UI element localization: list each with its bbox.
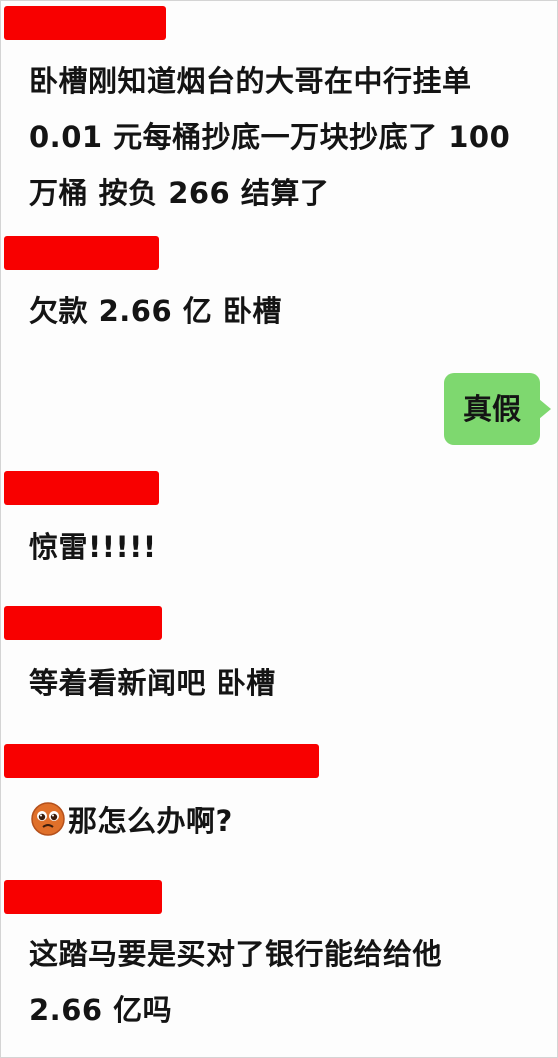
redacted-sender-name [4, 471, 159, 505]
message-line: 欠款 2.66 亿 卧槽 [29, 294, 282, 328]
message-line: 等着看新闻吧 卧槽 [29, 666, 276, 700]
message-text: 卧槽刚知道烟台的大哥在中行挂单 0.01 元每桶抄底一万块抄底了 100 万桶 … [29, 53, 510, 221]
message-line-text: 那怎么办啊? [68, 804, 233, 838]
message-text: 这踏马要是买对了银行能给给他 2.66 亿吗 [29, 926, 442, 1038]
message-line: 0.01 元每桶抄底一万块抄底了 100 [29, 120, 511, 154]
pleading-face-icon [31, 802, 65, 836]
chat-screenshot: 卧槽刚知道烟台的大哥在中行挂单 0.01 元每桶抄底一万块抄底了 100 万桶 … [0, 0, 558, 1058]
message-text: 惊雷!!!!! [29, 519, 157, 575]
message-line: 那怎么办啊? [31, 793, 233, 849]
redacted-sender-name [4, 606, 162, 640]
redacted-sender-name [4, 236, 159, 270]
message-text: 等着看新闻吧 卧槽 [29, 655, 276, 711]
message-line: 卧槽刚知道烟台的大哥在中行挂单 [29, 64, 472, 98]
message-text: 那怎么办啊? [31, 793, 233, 849]
outgoing-message-bubble[interactable]: 真假 [444, 373, 540, 445]
message-line: 2.66 亿吗 [29, 993, 173, 1027]
message-line: 惊雷!!!!! [29, 530, 157, 564]
redacted-sender-name [4, 880, 162, 914]
redacted-sender-name [4, 6, 166, 40]
message-text: 欠款 2.66 亿 卧槽 [29, 283, 282, 339]
message-line: 万桶 按负 266 结算了 [29, 176, 330, 210]
message-line: 这踏马要是买对了银行能给给他 [29, 937, 443, 971]
bubble-tail [539, 399, 551, 419]
redacted-sender-name [4, 744, 319, 778]
